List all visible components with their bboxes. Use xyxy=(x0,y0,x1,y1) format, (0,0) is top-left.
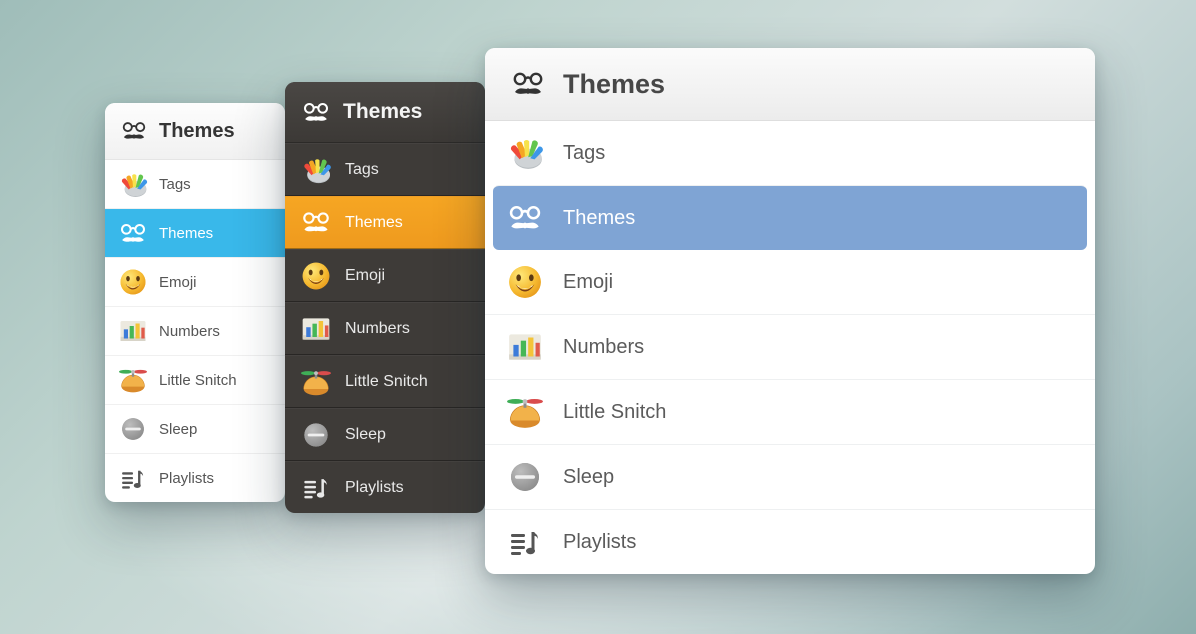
list-item-littlesnitch[interactable]: Little Snitch xyxy=(285,355,485,408)
chevron-right-icon xyxy=(1065,468,1077,486)
item-label: Tags xyxy=(345,161,379,179)
playlists-icon xyxy=(299,471,333,505)
item-label: Themes xyxy=(563,207,635,230)
themes-icon xyxy=(505,198,545,238)
item-label: Themes xyxy=(345,214,403,232)
panel-title: Themes xyxy=(343,100,422,124)
item-label: Sleep xyxy=(345,426,386,444)
emoji-icon xyxy=(299,259,333,293)
item-label: Emoji xyxy=(159,274,197,291)
littlesnitch-icon xyxy=(299,365,333,399)
list-item-sleep[interactable]: Sleep xyxy=(485,444,1095,509)
item-label: Little Snitch xyxy=(345,373,428,391)
themes-panel-dark: Themes Tags Themes Emoji Numbers Little … xyxy=(285,82,485,513)
list-item-playlists[interactable]: Playlists xyxy=(105,454,285,502)
sleep-icon xyxy=(505,457,545,497)
chevron-right-icon xyxy=(1065,209,1077,227)
panel-header: Themes xyxy=(285,82,485,143)
item-label: Sleep xyxy=(159,421,197,438)
list-item-sleep[interactable]: Sleep xyxy=(285,408,485,461)
list-item-emoji[interactable]: Emoji xyxy=(285,249,485,302)
chevron-right-icon xyxy=(1065,403,1077,421)
numbers-icon xyxy=(117,315,149,347)
item-label: Playlists xyxy=(159,470,214,487)
list-item-numbers[interactable]: Numbers xyxy=(285,302,485,355)
littlesnitch-icon xyxy=(117,364,149,396)
item-label: Numbers xyxy=(563,336,644,359)
item-label: Playlists xyxy=(563,531,636,554)
list-item-playlists[interactable]: Playlists xyxy=(285,461,485,513)
themes-icon xyxy=(119,116,149,146)
emoji-icon xyxy=(505,262,545,302)
item-label: Sleep xyxy=(563,466,614,489)
item-label: Emoji xyxy=(563,271,613,294)
chevron-right-icon xyxy=(1065,533,1077,551)
panel-header: Themes xyxy=(485,48,1095,121)
tags-icon xyxy=(117,168,149,200)
item-label: Tags xyxy=(563,142,605,165)
themes-icon xyxy=(117,217,149,249)
list-item-numbers[interactable]: Numbers xyxy=(105,307,285,356)
list-item-numbers[interactable]: Numbers xyxy=(485,314,1095,379)
chevron-right-icon xyxy=(1065,273,1077,291)
list-item-littlesnitch[interactable]: Little Snitch xyxy=(485,379,1095,444)
item-label: Playlists xyxy=(345,479,404,497)
playlists-icon xyxy=(505,522,545,562)
chevron-right-icon xyxy=(1065,144,1077,162)
list-item-sleep[interactable]: Sleep xyxy=(105,405,285,454)
list-item-tags[interactable]: Tags xyxy=(485,121,1095,185)
list-item-tags[interactable]: Tags xyxy=(105,160,285,209)
panel-title: Themes xyxy=(563,69,665,100)
tags-icon xyxy=(299,153,333,187)
emoji-icon xyxy=(117,266,149,298)
panel-header: Themes xyxy=(105,103,285,160)
list-item-themes[interactable]: Themes xyxy=(285,196,485,249)
list-item-emoji[interactable]: Emoji xyxy=(105,258,285,307)
item-label: Little Snitch xyxy=(159,372,237,389)
list-item-themes[interactable]: Themes xyxy=(105,209,285,258)
chevron-right-icon xyxy=(1065,338,1077,356)
sleep-icon xyxy=(117,413,149,445)
sleep-icon xyxy=(299,418,333,452)
themes-icon xyxy=(299,206,333,240)
item-label: Themes xyxy=(159,225,213,242)
themes-panel-light-large: Themes Tags Themes Emoji Numbers Little … xyxy=(485,48,1095,574)
list-item-playlists[interactable]: Playlists xyxy=(485,509,1095,574)
item-label: Little Snitch xyxy=(563,401,666,424)
themes-icon xyxy=(301,97,331,127)
list-item-tags[interactable]: Tags xyxy=(285,143,485,196)
list-item-themes[interactable]: Themes xyxy=(493,185,1087,250)
themes-icon xyxy=(509,65,547,103)
themes-panel-light-small: Themes Tags Themes Emoji Numbers Little … xyxy=(105,103,285,502)
list-item-emoji[interactable]: Emoji xyxy=(485,250,1095,314)
panel-title: Themes xyxy=(159,120,235,143)
item-label: Emoji xyxy=(345,267,385,285)
item-label: Numbers xyxy=(159,323,220,340)
littlesnitch-icon xyxy=(505,392,545,432)
playlists-icon xyxy=(117,462,149,494)
tags-icon xyxy=(505,133,545,173)
item-label: Numbers xyxy=(345,320,410,338)
numbers-icon xyxy=(505,327,545,367)
list-item-littlesnitch[interactable]: Little Snitch xyxy=(105,356,285,405)
numbers-icon xyxy=(299,312,333,346)
item-label: Tags xyxy=(159,176,191,193)
